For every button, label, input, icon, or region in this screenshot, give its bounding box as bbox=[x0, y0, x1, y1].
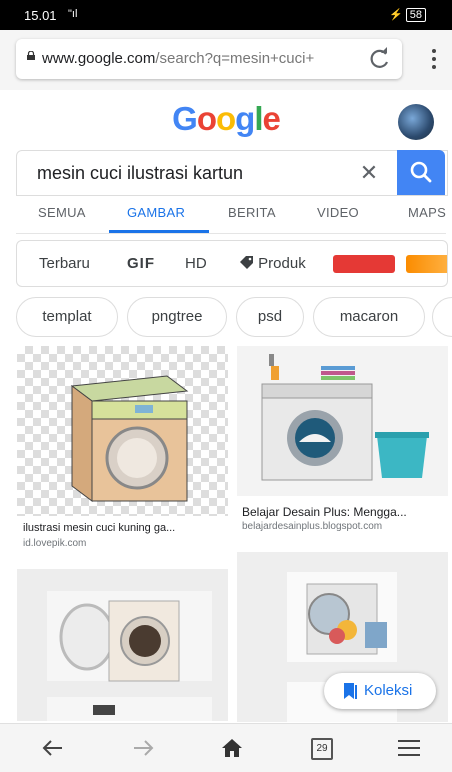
signal-indicator: "ıl bbox=[68, 8, 78, 20]
url-path: /search?q=mesin+cuci+ bbox=[155, 50, 315, 67]
hamburger-menu-icon[interactable] bbox=[396, 736, 422, 760]
tab-semua[interactable]: SEMUA bbox=[38, 205, 86, 220]
search-button[interactable] bbox=[397, 150, 445, 195]
url-host: www.google.com bbox=[42, 50, 156, 67]
google-logo[interactable]: Google bbox=[0, 100, 452, 138]
search-box[interactable]: mesin cuci ilustrasi kartun ✕ bbox=[16, 150, 448, 196]
result-caption-2[interactable]: Belajar Desain Plus: Mengga... bbox=[242, 505, 447, 519]
koleksi-label: Koleksi bbox=[364, 682, 413, 699]
home-icon[interactable] bbox=[219, 736, 245, 760]
search-tabs: SEMUA GAMBAR BERITA VIDEO MAPS bbox=[16, 195, 446, 234]
account-avatar[interactable] bbox=[398, 104, 434, 140]
chip-templat[interactable]: templat bbox=[16, 297, 118, 337]
koleksi-button[interactable]: Koleksi bbox=[324, 673, 436, 709]
color-filter-red[interactable] bbox=[333, 255, 395, 273]
tab-berita[interactable]: BERITA bbox=[228, 205, 276, 220]
reload-icon[interactable] bbox=[366, 45, 394, 73]
battery-indicator: ⚡ 58 bbox=[389, 8, 426, 22]
result-image-1[interactable] bbox=[17, 346, 228, 516]
result-image-3[interactable] bbox=[17, 569, 228, 721]
tab-video[interactable]: VIDEO bbox=[317, 205, 359, 220]
washing-machine-basket-illustration bbox=[261, 354, 429, 481]
search-icon bbox=[410, 161, 432, 183]
browser-bottom-bar bbox=[0, 723, 452, 772]
filter-product-label: Produk bbox=[258, 255, 306, 272]
washing-machine-illustration bbox=[70, 375, 189, 502]
lock-icon bbox=[27, 51, 35, 60]
logo-letter: l bbox=[254, 100, 263, 137]
logo-letter: G bbox=[172, 100, 198, 137]
more-options-icon[interactable] bbox=[432, 48, 436, 70]
battery-level: 58 bbox=[405, 8, 426, 22]
result-domain-1: id.lovepik.com bbox=[23, 538, 87, 549]
back-arrow-icon[interactable] bbox=[40, 736, 66, 760]
filter-bar: Terbaru GIF HD Produk bbox=[16, 240, 448, 287]
result-domain-2: belajardesainplus.blogspot.com bbox=[242, 521, 383, 532]
result-image-2[interactable] bbox=[237, 346, 448, 496]
logo-letter: e bbox=[262, 100, 281, 137]
forward-arrow-icon[interactable] bbox=[130, 736, 156, 760]
filter-recent[interactable]: Terbaru bbox=[39, 255, 90, 272]
tab-gambar[interactable]: GAMBAR bbox=[127, 205, 185, 220]
filter-gif[interactable]: GIF bbox=[127, 255, 155, 272]
logo-letter: o bbox=[215, 100, 236, 137]
bookmark-icon bbox=[344, 683, 357, 699]
tab-switcher-button[interactable]: 29 bbox=[311, 738, 333, 760]
related-chips: templat pngtree psd macaron bbox=[0, 297, 452, 339]
status-time: 15.01 bbox=[24, 8, 57, 23]
color-filter-orange[interactable] bbox=[406, 255, 447, 273]
chip-more[interactable] bbox=[432, 297, 452, 337]
active-tab-indicator bbox=[109, 230, 209, 233]
logo-letter: o bbox=[196, 100, 217, 137]
chip-pngtree[interactable]: pngtree bbox=[127, 297, 227, 337]
filter-product[interactable]: Produk bbox=[239, 255, 306, 272]
browser-toolbar: www.google.com/search?q=mesin+cuci+ bbox=[0, 30, 452, 90]
search-input[interactable]: mesin cuci ilustrasi kartun bbox=[37, 163, 243, 184]
tab-maps[interactable]: MAPS bbox=[408, 205, 446, 220]
chip-macaron[interactable]: macaron bbox=[313, 297, 425, 337]
filter-hd[interactable]: HD bbox=[185, 255, 207, 272]
result-caption-1[interactable]: ilustrasi mesin cuci kuning ga... bbox=[23, 522, 228, 534]
chip-psd[interactable]: psd bbox=[236, 297, 304, 337]
url-text[interactable]: www.google.com/search?q=mesin+cuci+ bbox=[42, 50, 342, 67]
address-bar[interactable]: www.google.com/search?q=mesin+cuci+ bbox=[16, 39, 402, 79]
tag-icon bbox=[240, 256, 253, 269]
clear-icon[interactable]: ✕ bbox=[357, 161, 381, 185]
status-bar: 15.01 "ıl ⚡ 58 bbox=[0, 0, 452, 30]
washing-machine-open-door-illustration bbox=[47, 591, 212, 721]
logo-letter: g bbox=[235, 100, 255, 137]
